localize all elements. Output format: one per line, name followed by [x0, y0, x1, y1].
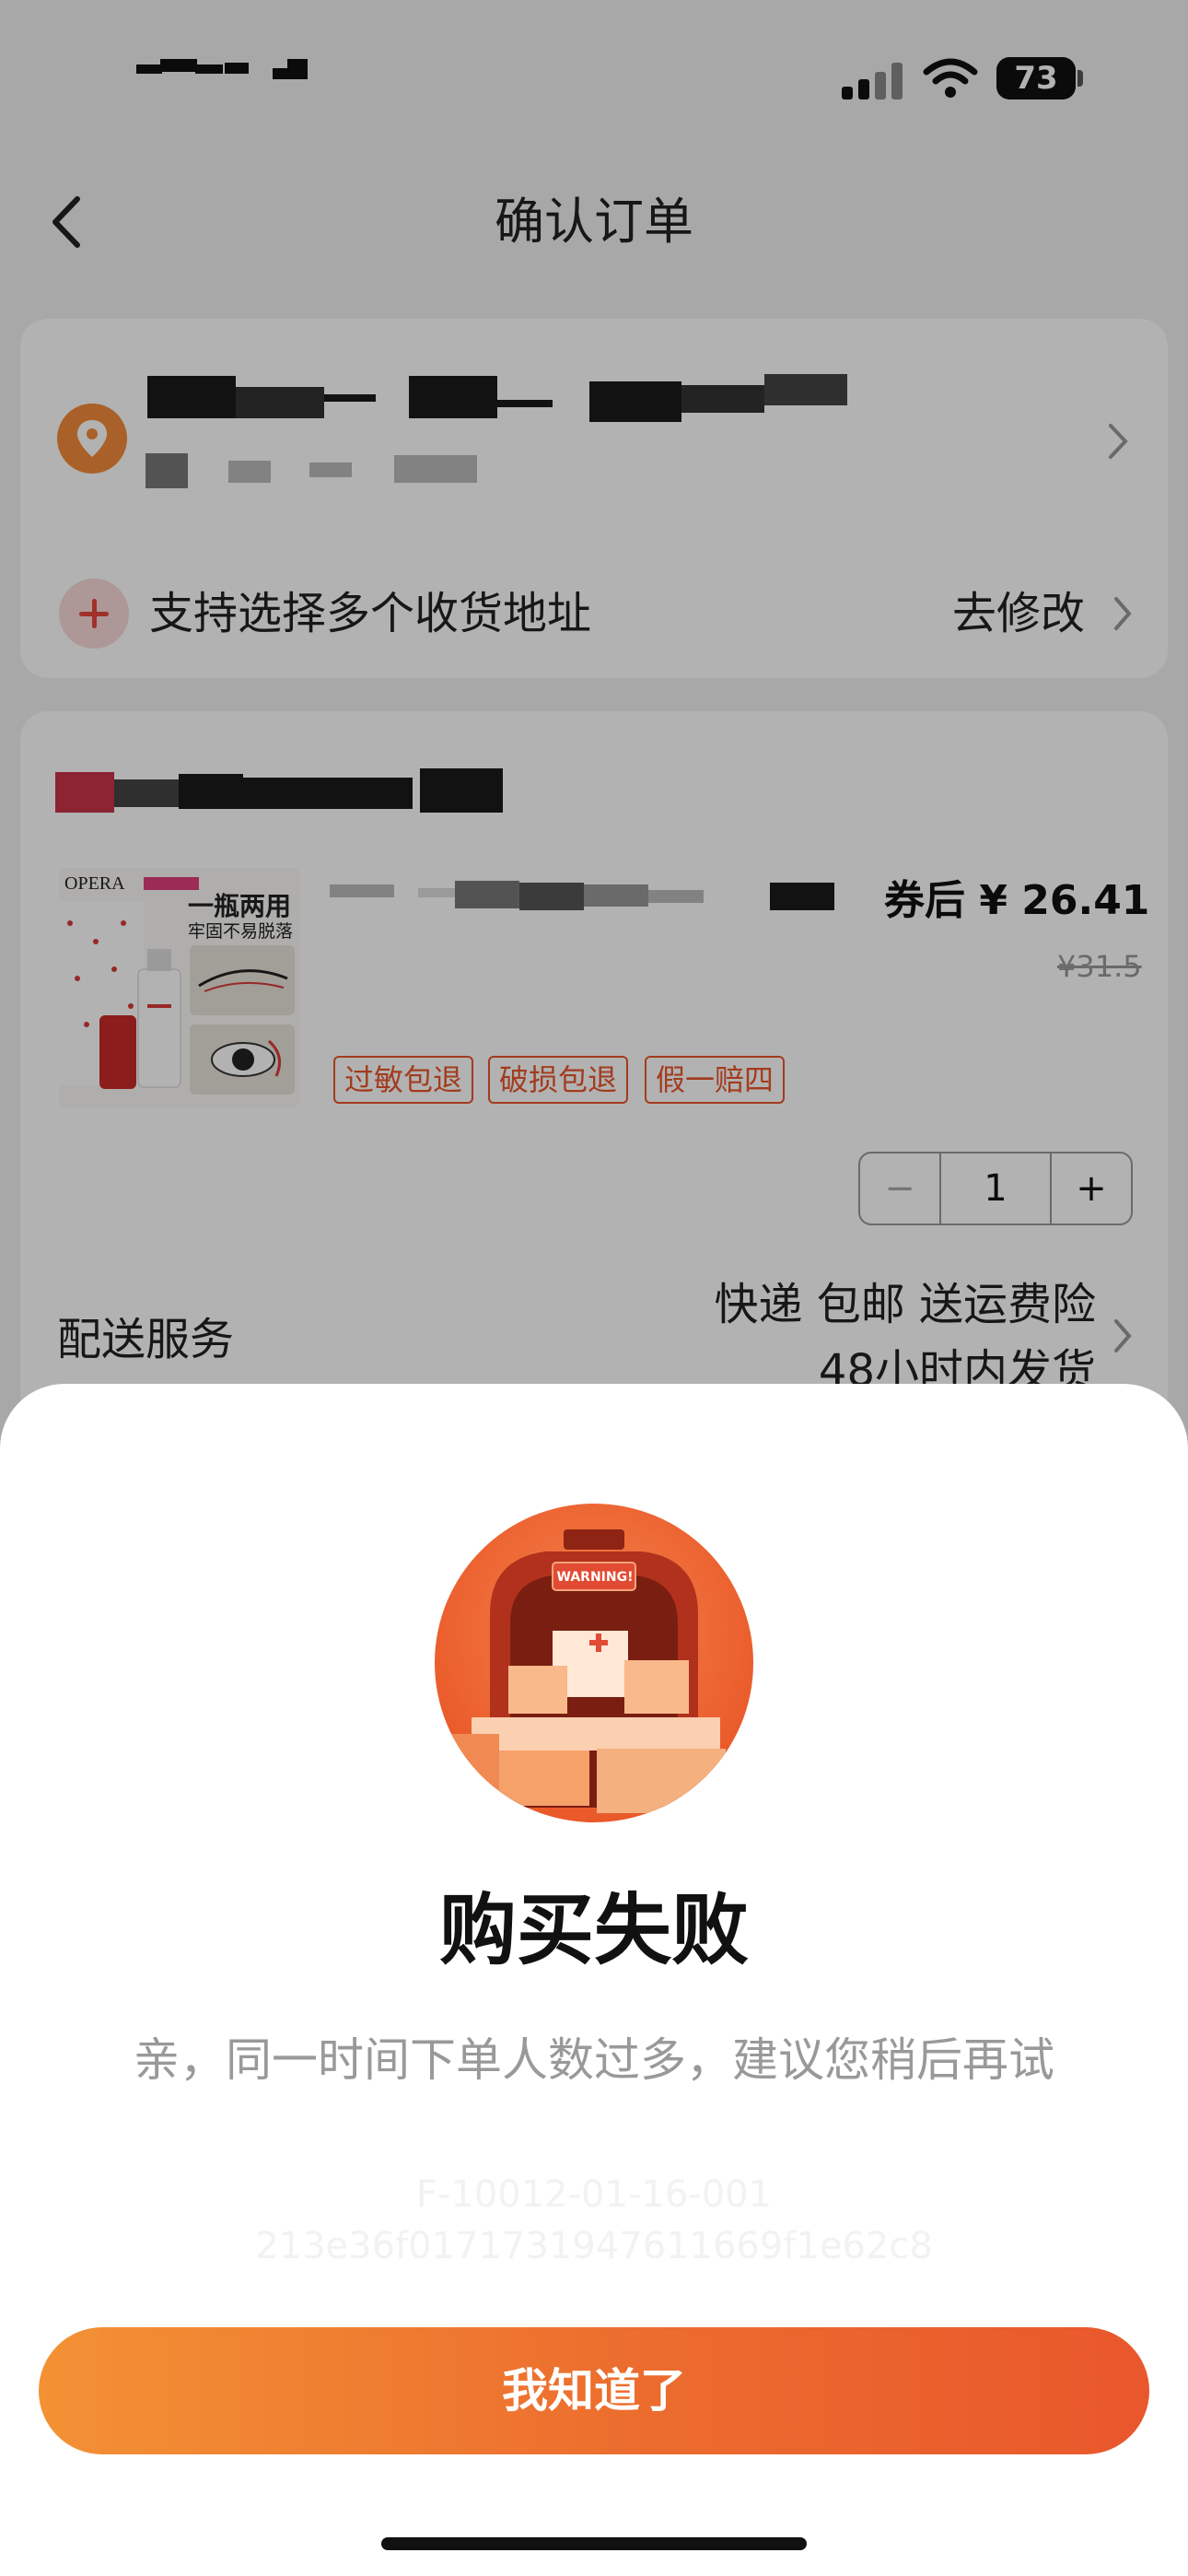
illustration-warning-text: WARNING!	[556, 1570, 634, 1585]
warning-truck-illustration: WARNING!	[435, 1504, 753, 1822]
home-indicator[interactable]	[381, 2537, 807, 2550]
error-code: F-10012-01-16-001 213e36f017173194761166…	[0, 2169, 1188, 2272]
acknowledge-button[interactable]: 我知道了	[39, 2327, 1149, 2454]
error-code-line-2: 213e36f0171731947611669f1e62c8	[255, 2225, 933, 2267]
dialog-message: 亲，同一时间下单人数过多，建议您稍后再试	[134, 2033, 1054, 2087]
dialog-title: 购买失败	[438, 1885, 749, 1975]
error-code-line-1: F-10012-01-16-001	[415, 2173, 773, 2216]
